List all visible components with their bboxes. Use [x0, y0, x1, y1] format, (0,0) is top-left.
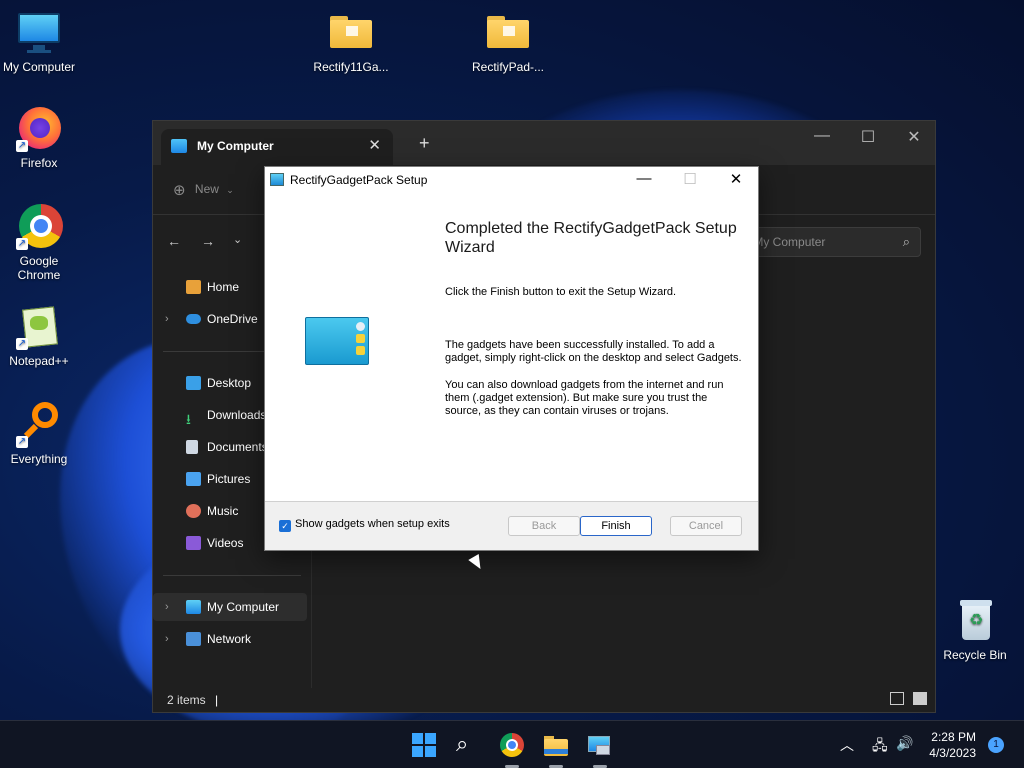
chrome-icon: ↗: [16, 204, 63, 250]
videos-icon: [186, 536, 201, 550]
sidebar-item-network[interactable]: › Network: [153, 625, 307, 653]
desktop-icon-label: My Computer: [2, 60, 76, 74]
firefox-icon: ↗: [16, 106, 62, 152]
notification-badge[interactable]: 1: [988, 737, 1004, 753]
desktop-icon-folder-rectifypad[interactable]: RectifyPad-...: [469, 10, 547, 74]
gadget-pack-logo-icon: [305, 317, 369, 365]
music-icon: [186, 504, 201, 518]
chevron-down-icon: ⌄: [226, 185, 234, 195]
monitor-icon: [171, 139, 187, 153]
download-icon: ⭳: [186, 411, 191, 427]
back-button: Back: [508, 516, 580, 536]
network-icon: [186, 632, 201, 646]
file-explorer-icon[interactable]: [544, 733, 568, 757]
dialog-titlebar[interactable]: RectifyGadgetPack Setup — ☐ ✕: [265, 167, 758, 193]
search-icon[interactable]: ⌕: [456, 733, 480, 757]
dialog-footer: ✓ Show gadgets when setup exits Back Fini…: [265, 501, 758, 550]
close-button[interactable]: ✕: [891, 127, 937, 147]
desktop-icon-label: Google Chrome: [17, 254, 61, 282]
show-gadgets-checkbox[interactable]: ✓ Show gadgets when setup exits: [279, 518, 450, 532]
desktop-icon-everything[interactable]: ↗ Everything: [0, 402, 78, 466]
home-icon: [186, 280, 201, 294]
monitor-icon: [16, 10, 62, 56]
shortcut-arrow-icon: ↗: [16, 238, 28, 250]
close-tab-icon[interactable]: ✕: [368, 136, 381, 154]
chevron-right-icon: ›: [165, 633, 169, 645]
start-button[interactable]: [412, 733, 436, 757]
network-status-icon[interactable]: 🖧: [872, 735, 888, 759]
shortcut-arrow-icon: ↗: [16, 436, 28, 448]
desktop-icon-label: Firefox: [20, 156, 58, 170]
desktop-icon-my-computer[interactable]: My Computer: [0, 10, 78, 74]
cloud-icon: [186, 314, 201, 324]
item-count: 2 items: [167, 693, 206, 707]
folder-icon: [328, 10, 374, 56]
desktop-icon-label: Rectify11Ga...: [313, 60, 389, 74]
volume-icon[interactable]: 🔊: [896, 735, 913, 752]
maximize-button: ☐: [683, 171, 697, 188]
clock[interactable]: 2:28 PM 4/3/2023: [929, 729, 976, 761]
close-button[interactable]: ✕: [713, 170, 759, 188]
details-view-icon[interactable]: [889, 692, 904, 705]
new-button[interactable]: ⊕ New ⌄: [173, 181, 234, 199]
status-bar: 2 items |: [153, 688, 935, 712]
setup-app-icon[interactable]: [588, 733, 612, 757]
search-icon: ⌕: [902, 234, 910, 249]
show-hidden-icons-chevron-icon[interactable]: ︿: [840, 735, 854, 755]
explorer-titlebar[interactable]: My Computer ✕ + — ☐ ✕: [153, 121, 935, 165]
desktop-icon-label: Recycle Bin: [943, 648, 1007, 662]
document-icon: [186, 440, 198, 454]
recycle-bin-icon: ♻: [952, 598, 998, 644]
everything-icon: ↗: [16, 402, 62, 448]
wizard-instruction: Click the Finish button to exit the Setu…: [445, 286, 677, 298]
finish-button[interactable]: Finish: [580, 516, 652, 536]
tab-my-computer[interactable]: My Computer ✕: [161, 129, 393, 165]
chevron-right-icon: ›: [165, 313, 169, 325]
desktop-icon-label: Notepad++: [9, 354, 69, 368]
desktop-icon-firefox[interactable]: ↗ Firefox: [0, 106, 78, 170]
desktop-icon-notepadpp[interactable]: ↗ Notepad++: [0, 304, 78, 368]
desktop-icon-chrome[interactable]: ↗ Google Chrome: [0, 204, 78, 282]
setup-app-icon: [270, 173, 284, 186]
chevron-right-icon: ›: [165, 601, 169, 613]
recent-chevron-icon[interactable]: ⌄: [233, 233, 242, 246]
chrome-icon[interactable]: [500, 733, 524, 757]
plus-circle-icon: ⊕: [173, 182, 186, 199]
clock-time: 2:28 PM: [931, 730, 976, 744]
taskbar: ⌕ ︿ 🖧 🔊 2:28 PM 4/3/2023 1: [0, 720, 1024, 768]
forward-arrow-icon[interactable]: →: [201, 233, 215, 249]
notepadpp-icon: ↗: [16, 304, 62, 350]
clock-date: 4/3/2023: [929, 746, 976, 760]
shortcut-arrow-icon: ↗: [16, 338, 28, 350]
wizard-heading: Completed the RectifyGadgetPack Setup Wi…: [445, 220, 737, 256]
wizard-warning: You can also download gadgets from the i…: [445, 379, 724, 417]
new-tab-button[interactable]: +: [419, 133, 430, 154]
desktop-icon-label: RectifyPad-...: [471, 60, 545, 74]
cancel-button: Cancel: [670, 516, 742, 536]
back-arrow-icon[interactable]: ←: [167, 233, 181, 249]
minimize-button[interactable]: —: [799, 127, 845, 145]
dialog-body: Completed the RectifyGadgetPack Setup Wi…: [265, 193, 758, 503]
folder-icon: [485, 10, 531, 56]
setup-dialog[interactable]: RectifyGadgetPack Setup — ☐ ✕ Completed …: [264, 166, 759, 551]
desktop-icon: [186, 376, 201, 390]
shortcut-arrow-icon: ↗: [16, 140, 28, 152]
checkmark-icon: ✓: [279, 520, 291, 532]
wizard-message: The gadgets have been successfully insta…: [445, 339, 742, 364]
desktop-icon-folder-rectify11[interactable]: Rectify11Ga...: [312, 10, 390, 74]
desktop-icon-label: Everything: [10, 452, 68, 466]
divider: [163, 575, 301, 576]
desktop-icon-recycle-bin[interactable]: ♻ Recycle Bin: [936, 598, 1014, 662]
sidebar-item-my-computer[interactable]: › My Computer: [153, 593, 307, 621]
tiles-view-icon[interactable]: [913, 692, 927, 705]
minimize-button[interactable]: —: [621, 170, 667, 187]
maximize-button[interactable]: ☐: [845, 127, 891, 147]
monitor-icon: [186, 600, 201, 614]
tab-title: My Computer: [197, 139, 274, 153]
dialog-title: RectifyGadgetPack Setup: [290, 173, 428, 187]
pictures-icon: [186, 472, 201, 486]
